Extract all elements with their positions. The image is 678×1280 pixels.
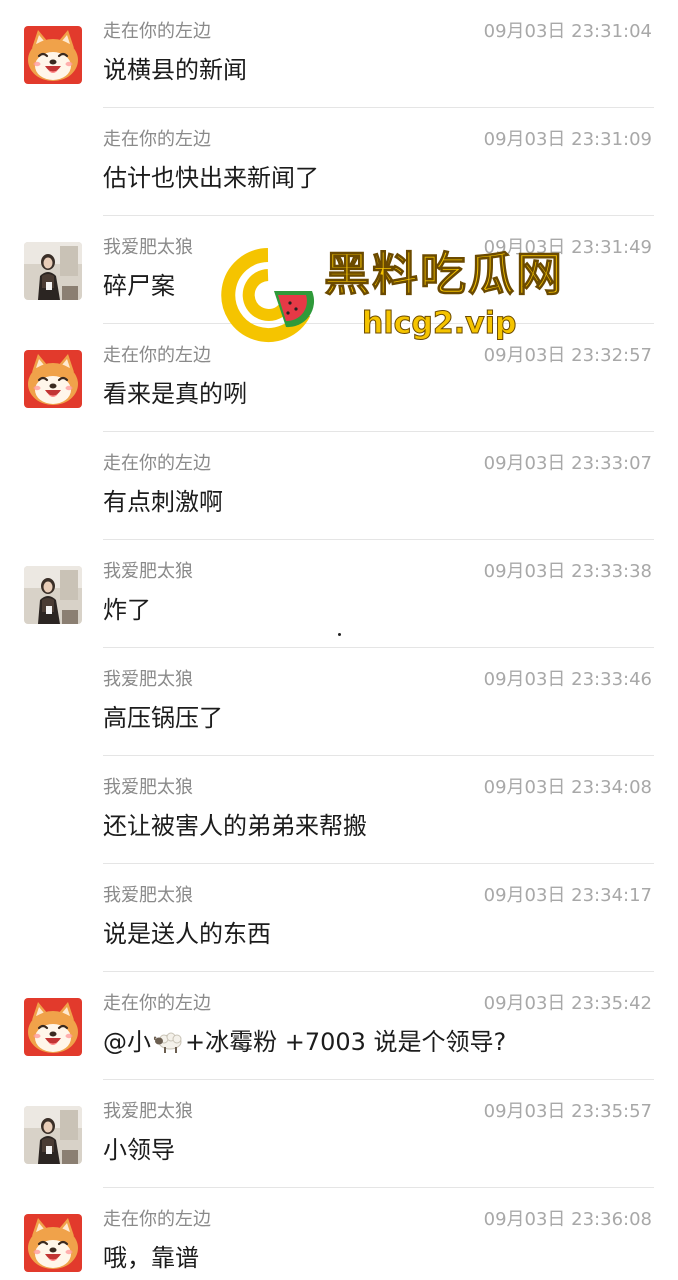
message-timestamp: 09月03日 23:33:38 bbox=[483, 561, 652, 582]
message-text: 哦，靠谱 bbox=[103, 1244, 199, 1272]
shiba-avatar[interactable] bbox=[24, 1214, 82, 1272]
stray-dot bbox=[338, 633, 341, 636]
message-timestamp: 09月03日 23:33:46 bbox=[483, 669, 652, 690]
message-timestamp: 09月03日 23:35:42 bbox=[483, 993, 652, 1014]
chat-message-list: 走在你的左边 09月03日 23:31:04 说横县的新闻 走在你的左边 09月… bbox=[0, 0, 678, 1280]
mention-text[interactable]: @小 bbox=[103, 1028, 151, 1056]
message-text: 估计也快出来新闻了 bbox=[103, 164, 319, 192]
message-text: @小 +冰霉粉 +7003 说是个领导? bbox=[103, 1026, 506, 1058]
watermark-url: hlcg2.vip bbox=[361, 306, 517, 342]
message-timestamp: 09月03日 23:34:08 bbox=[483, 777, 652, 798]
message-timestamp: 09月03日 23:33:07 bbox=[483, 453, 652, 474]
message-item[interactable]: 我爱肥太狼 09月03日 23:34:08 还让被害人的弟弟来帮搬 bbox=[0, 756, 678, 864]
sender-name: 走在你的左边 bbox=[103, 345, 211, 366]
watermark: 黑料吃瓜网 hlcg2.vip bbox=[220, 243, 580, 353]
message-item[interactable]: 走在你的左边 09月03日 23:31:04 说横县的新闻 bbox=[0, 0, 678, 108]
message-item[interactable]: 我爱肥太狼 09月03日 23:34:17 说是送人的东西 bbox=[0, 864, 678, 972]
watermelon-logo-icon bbox=[221, 248, 315, 342]
message-item[interactable]: 走在你的左边 09月03日 23:35:42 @小 +冰霉粉 +7003 说是个领… bbox=[0, 972, 678, 1080]
message-item[interactable]: 走在你的左边 09月03日 23:31:09 估计也快出来新闻了 bbox=[0, 108, 678, 216]
message-item[interactable]: 走在你的左边 09月03日 23:33:07 有点刺激啊 bbox=[0, 432, 678, 540]
message-text: 小领导 bbox=[103, 1136, 175, 1164]
message-timestamp: 09月03日 23:34:17 bbox=[483, 885, 652, 906]
sender-name: 我爱肥太狼 bbox=[103, 669, 193, 690]
photo-avatar[interactable] bbox=[24, 1106, 82, 1164]
message-text: 碎尸案 bbox=[103, 272, 175, 300]
sheep-emoji-icon bbox=[153, 1032, 182, 1053]
message-text: 高压锅压了 bbox=[103, 704, 223, 732]
message-timestamp: 09月03日 23:31:09 bbox=[483, 129, 652, 150]
sender-name: 我爱肥太狼 bbox=[103, 237, 193, 258]
message-timestamp: 09月03日 23:36:08 bbox=[483, 1209, 652, 1230]
message-item[interactable]: 我爱肥太狼 09月03日 23:35:57 小领导 bbox=[0, 1080, 678, 1188]
sender-name: 我爱肥太狼 bbox=[103, 777, 193, 798]
sender-name: 走在你的左边 bbox=[103, 21, 211, 42]
photo-avatar[interactable] bbox=[24, 566, 82, 624]
message-text-rest: +冰霉粉 +7003 说是个领导? bbox=[185, 1028, 507, 1056]
message-text: 说是送人的东西 bbox=[103, 920, 271, 948]
message-text: 看来是真的咧 bbox=[103, 380, 247, 408]
shiba-avatar[interactable] bbox=[24, 350, 82, 408]
sender-name: 我爱肥太狼 bbox=[103, 1101, 193, 1122]
sender-name: 走在你的左边 bbox=[103, 1209, 211, 1230]
message-text: 说横县的新闻 bbox=[103, 56, 247, 84]
shiba-avatar[interactable] bbox=[24, 998, 82, 1056]
message-item[interactable]: 我爱肥太狼 09月03日 23:33:38 炸了 bbox=[0, 540, 678, 648]
watermark-title: 黑料吃瓜网 bbox=[324, 247, 564, 302]
photo-avatar[interactable] bbox=[24, 242, 82, 300]
shiba-avatar[interactable] bbox=[24, 26, 82, 84]
message-timestamp: 09月03日 23:35:57 bbox=[483, 1101, 652, 1122]
message-item[interactable]: 我爱肥太狼 09月03日 23:33:46 高压锅压了 bbox=[0, 648, 678, 756]
message-text: 有点刺激啊 bbox=[103, 488, 223, 516]
message-item[interactable]: 走在你的左边 09月03日 23:36:08 哦，靠谱 bbox=[0, 1188, 678, 1280]
sender-name: 走在你的左边 bbox=[103, 129, 211, 150]
sender-name: 我爱肥太狼 bbox=[103, 561, 193, 582]
sender-name: 走在你的左边 bbox=[103, 993, 211, 1014]
message-timestamp: 09月03日 23:31:04 bbox=[483, 21, 652, 42]
sender-name: 我爱肥太狼 bbox=[103, 885, 193, 906]
sender-name: 走在你的左边 bbox=[103, 453, 211, 474]
message-text: 还让被害人的弟弟来帮搬 bbox=[103, 812, 367, 840]
message-text: 炸了 bbox=[103, 596, 151, 624]
